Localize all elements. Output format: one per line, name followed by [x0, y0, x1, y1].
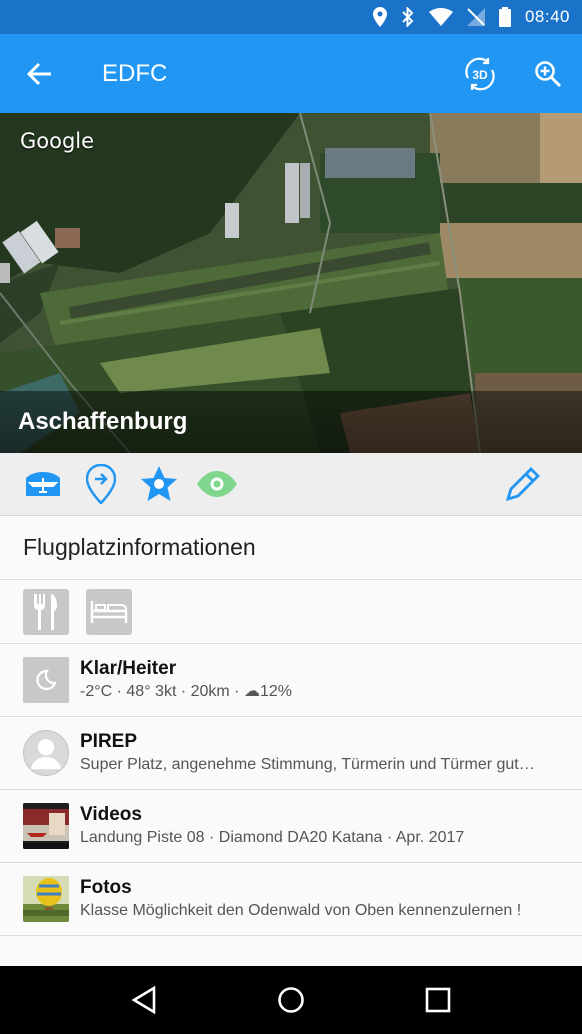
- watch-button[interactable]: [196, 463, 238, 505]
- moon-icon: [36, 669, 57, 691]
- weather-row[interactable]: Klar/Heiter -2°C · 48° 3kt · 20km · ☁12%: [0, 644, 582, 717]
- avatar-icon: [30, 739, 62, 770]
- map-caption: Aschaffenburg: [0, 391, 582, 453]
- back-triangle-icon: [131, 986, 155, 1014]
- favorite-button[interactable]: [138, 463, 180, 505]
- recents-square-icon: [426, 987, 451, 1013]
- page-title: EDFC: [102, 59, 168, 87]
- back-button[interactable]: [0, 34, 78, 113]
- video-thumbnail-image: [23, 803, 69, 849]
- action-row: [0, 453, 582, 516]
- weather-title: Klar/Heiter: [80, 658, 177, 679]
- airport-icon: [26, 472, 60, 496]
- status-time: 08:40: [524, 7, 570, 26]
- balloon-photo-thumbnail: [23, 876, 69, 922]
- restaurant-amenity[interactable]: [23, 588, 69, 635]
- place-name: Aschaffenburg: [18, 408, 188, 435]
- section-title: Flugplatzinformationen: [0, 516, 582, 580]
- status-bar: 08:40: [0, 0, 582, 34]
- bluetooth-icon: [402, 7, 414, 27]
- photos-row[interactable]: Fotos Klasse Möglichkeit den Odenwald vo…: [0, 863, 582, 936]
- weather-details: -2°C · 48° 3kt · 20km · ☁12%: [80, 683, 292, 700]
- pirep-preview: Super Platz, angenehme Stimmung, Türmeri…: [80, 756, 535, 773]
- hotel-amenity[interactable]: [86, 588, 132, 635]
- balloon-photo-image: [23, 876, 69, 922]
- photos-title: Fotos: [80, 877, 132, 898]
- 3d-view-icon: 3D: [465, 57, 495, 90]
- favorite-star-icon: [141, 466, 177, 501]
- no-signal-icon: [466, 8, 485, 26]
- restaurant-icon: [34, 593, 57, 630]
- system-nav-bar: [0, 966, 582, 1034]
- nav-recents-button[interactable]: [408, 970, 468, 1030]
- zoom-in-button[interactable]: [514, 34, 582, 113]
- amenities-row: [0, 580, 582, 644]
- videos-description: Landung Piste 08 · Diamond DA20 Katana ·…: [80, 829, 465, 846]
- video-thumbnail: [23, 803, 69, 849]
- edit-pencil-icon: [505, 467, 540, 502]
- arrow-back-icon: [26, 62, 51, 85]
- directions-button[interactable]: [80, 463, 122, 505]
- satellite-map[interactable]: Google Aschaffenburg: [0, 113, 582, 453]
- location-icon: [372, 7, 387, 27]
- zoom-in-icon: [535, 60, 562, 87]
- directions-pin-icon: [86, 464, 116, 504]
- avatar: [23, 730, 69, 776]
- videos-title: Videos: [80, 804, 142, 825]
- weather-thumb: [23, 657, 69, 703]
- app-bar: EDFC 3D: [0, 34, 582, 113]
- nav-back-button[interactable]: [114, 970, 174, 1030]
- videos-row[interactable]: Videos Landung Piste 08 · Diamond DA20 K…: [0, 790, 582, 863]
- watch-eye-icon: [197, 471, 237, 497]
- home-circle-icon: [278, 987, 304, 1013]
- edit-button[interactable]: [502, 463, 544, 505]
- nav-home-button[interactable]: [261, 970, 321, 1030]
- pirep-title: PIREP: [80, 731, 138, 752]
- hotel-bed-icon: [90, 600, 128, 623]
- 3d-view-button[interactable]: 3D: [446, 34, 514, 113]
- pirep-row[interactable]: PIREP Super Platz, angenehme Stimmung, T…: [0, 717, 582, 790]
- airport-button[interactable]: [22, 463, 64, 505]
- photos-description: Klasse Möglichkeit den Odenwald von Oben…: [80, 902, 522, 919]
- battery-icon: [498, 7, 511, 27]
- svg-text:3D: 3D: [472, 68, 488, 82]
- wifi-icon: [428, 8, 453, 26]
- section-title-text: Flugplatzinformationen: [23, 534, 256, 560]
- google-attribution: Google: [20, 129, 95, 153]
